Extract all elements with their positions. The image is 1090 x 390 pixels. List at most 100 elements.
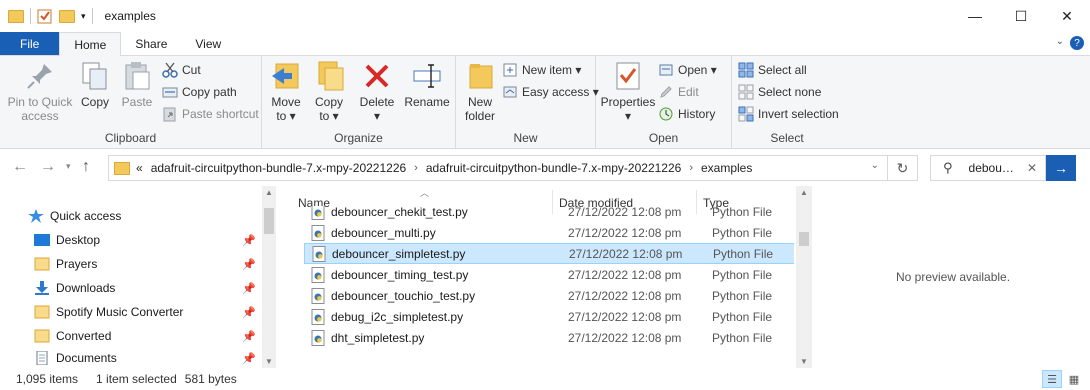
pin-icon[interactable]: 📌 <box>242 330 256 343</box>
nav-scroll-thumb[interactable] <box>264 208 274 234</box>
chevron-right-icon[interactable]: › <box>414 162 418 174</box>
nav-item-quick-access[interactable]: Quick access <box>28 204 262 228</box>
select-label: Select <box>770 131 804 145</box>
breadcrumb-item[interactable]: adafruit-circuitpython-bundle-7.x-mpy-20… <box>426 161 681 175</box>
recent-dropdown-icon[interactable]: ▾ <box>66 161 71 172</box>
invert-selection-button[interactable]: Invert selection <box>738 104 839 124</box>
file-row[interactable]: debouncer_timing_test.py 27/12/2022 12:0… <box>304 264 794 285</box>
maximize-button[interactable]: ☐ <box>998 0 1044 32</box>
pin-icon[interactable]: 📌 <box>242 258 256 271</box>
paste-button[interactable]: Paste <box>118 60 156 109</box>
select-none-button[interactable]: Select none <box>738 82 821 102</box>
move-to-button[interactable]: Move to ▾ <box>268 60 304 123</box>
copy-to-button[interactable]: Copy to ▾ <box>310 60 348 123</box>
properties-button[interactable]: Properties ▾ <box>598 60 658 123</box>
scroll-down-icon[interactable]: ▼ <box>265 357 273 366</box>
close-button[interactable]: ✕ <box>1044 0 1090 32</box>
file-scroll-thumb[interactable] <box>799 232 809 246</box>
paste-icon <box>121 60 153 92</box>
select-all-button[interactable]: Select all <box>738 60 807 80</box>
breadcrumb: « adafruit-circuitpython-bundle-7.x-mpy-… <box>136 161 752 175</box>
search-go-button[interactable]: → <box>1046 155 1076 181</box>
minimize-button[interactable]: — <box>952 0 998 32</box>
tab-file[interactable]: File <box>0 32 60 55</box>
tab-share[interactable]: Share <box>121 32 181 55</box>
rename-button[interactable]: Rename <box>402 60 452 109</box>
paste-shortcut-icon <box>162 106 178 122</box>
forward-arrow-icon[interactable]: → <box>40 158 56 176</box>
file-row[interactable]: dht_simpletest.py 27/12/2022 12:08 pm Py… <box>304 327 794 348</box>
properties-icon <box>612 60 644 92</box>
quick-access-toolbar: ▾ <box>0 8 93 24</box>
chevron-down-icon[interactable]: ⌄ <box>1056 36 1064 47</box>
folder-icon <box>8 9 24 23</box>
delete-button[interactable]: Delete ▾ <box>356 60 398 123</box>
address-row: ← → ▾ ↑ « adafruit-circuitpython-bundle-… <box>0 150 1090 186</box>
folder-icon <box>34 305 50 319</box>
up-arrow-icon[interactable]: ↑ <box>82 158 90 176</box>
pin-icon[interactable]: 📌 <box>242 234 256 247</box>
cut-button[interactable]: Cut <box>162 60 201 80</box>
file-row-selected[interactable]: debouncer_simpletest.py 27/12/2022 12:08… <box>304 243 794 264</box>
pin-icon[interactable]: 📌 <box>242 306 256 319</box>
address-bar[interactable]: « adafruit-circuitpython-bundle-7.x-mpy-… <box>108 155 918 181</box>
nav-item-spotify-music-converter[interactable]: Spotify Music Converter 📌 <box>34 300 262 324</box>
move-to-icon <box>270 60 302 92</box>
qat-dropdown-icon[interactable]: ▾ <box>81 11 86 22</box>
tab-home[interactable]: Home <box>59 32 122 56</box>
new-item-button[interactable]: New item ▾ <box>502 60 581 80</box>
copy-path-button[interactable]: Copy path <box>162 82 237 102</box>
pin-icon[interactable]: 📌 <box>242 352 256 365</box>
tab-view[interactable]: View <box>181 32 235 55</box>
refresh-icon[interactable]: ↻ <box>887 156 917 180</box>
pin-icon[interactable]: 📌 <box>242 282 256 295</box>
preview-pane: No preview available. <box>812 186 1090 368</box>
python-file-icon <box>312 245 326 262</box>
search-icon: ⚲ <box>943 160 953 175</box>
nav-scrollbar[interactable]: ▲ ▼ <box>262 186 276 368</box>
paste-shortcut-button[interactable]: Paste shortcut <box>162 104 259 124</box>
back-arrow-icon[interactable]: ← <box>12 158 28 176</box>
select-group: Select all Select none Invert selection … <box>732 56 842 149</box>
scroll-up-icon[interactable]: ▲ <box>265 188 273 197</box>
breadcrumb-item[interactable]: adafruit-circuitpython-bundle-7.x-mpy-20… <box>151 161 406 175</box>
star-icon <box>28 209 44 223</box>
folder-icon <box>114 161 130 175</box>
new-group: New folder New item ▾ Easy access ▾ New <box>456 56 599 149</box>
nav-item-downloads[interactable]: Downloads 📌 <box>34 276 262 300</box>
file-row[interactable]: debouncer_touchio_test.py 27/12/2022 12:… <box>304 285 794 306</box>
pin-quick-access-button[interactable]: Pin to Quick access <box>4 60 76 123</box>
copy-button[interactable]: Copy <box>78 60 112 109</box>
scroll-up-icon[interactable]: ▲ <box>800 188 808 197</box>
file-row[interactable]: debouncer_multi.py 27/12/2022 12:08 pm P… <box>304 222 794 243</box>
history-button[interactable]: History <box>658 104 715 124</box>
breadcrumb-overflow[interactable]: « <box>136 161 143 175</box>
properties-check-icon[interactable] <box>37 8 53 24</box>
help-icon[interactable]: ? <box>1070 36 1084 50</box>
chevron-right-icon[interactable]: › <box>689 162 693 174</box>
address-dropdown-icon[interactable]: ⌄ <box>871 160 879 171</box>
open-button[interactable]: Open ▾ <box>658 60 717 80</box>
details-view-icon[interactable]: ☰ <box>1042 370 1062 388</box>
nav-item-documents[interactable]: Documents 📌 <box>34 348 262 368</box>
copy-icon <box>79 60 111 92</box>
large-icons-view-icon[interactable]: ▦ <box>1064 370 1084 388</box>
file-row[interactable]: debug_i2c_simpletest.py 27/12/2022 12:08… <box>304 306 794 327</box>
breadcrumb-item[interactable]: examples <box>701 161 752 175</box>
file-list-scrollbar[interactable]: ▲ ▼ <box>796 186 812 368</box>
window-title: examples <box>104 9 156 23</box>
nav-item-desktop[interactable]: Desktop 📌 <box>34 228 262 252</box>
nav-item-prayers[interactable]: Prayers 📌 <box>34 252 262 276</box>
divider <box>91 8 93 24</box>
clear-search-icon[interactable]: ✕ <box>1027 161 1037 175</box>
file-row[interactable]: debouncer_chekit_test.py 27/12/2022 12:0… <box>304 206 794 222</box>
new-folder-button[interactable]: New folder <box>462 60 498 123</box>
search-input[interactable]: ⚲ debou… ✕ <box>930 155 1046 181</box>
edit-button[interactable]: Edit <box>658 82 699 102</box>
easy-access-button[interactable]: Easy access ▾ <box>502 82 599 102</box>
organize-group: Move to ▾ Copy to ▾ Delete ▾ Rename Orga… <box>262 56 456 149</box>
nav-item-converted[interactable]: Converted 📌 <box>34 324 262 348</box>
new-folder-icon[interactable] <box>59 9 75 23</box>
ribbon: Pin to Quick access Copy Paste Cut Copy … <box>0 56 1090 149</box>
scroll-down-icon[interactable]: ▼ <box>800 357 808 366</box>
